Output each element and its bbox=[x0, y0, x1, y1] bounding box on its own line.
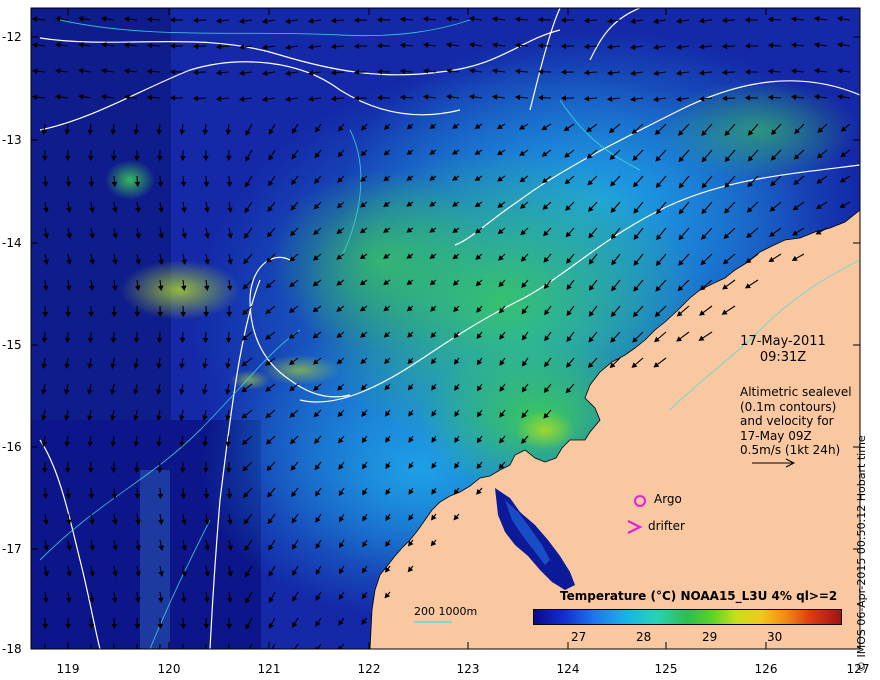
colorbar-tick: 28 bbox=[636, 630, 652, 644]
velocity-arrow-head bbox=[112, 650, 116, 654]
y-tick-label: -18 bbox=[2, 642, 22, 656]
date-time-block: 17-May-2011 09:31Z bbox=[730, 334, 836, 366]
colorbar-tick: 29 bbox=[702, 630, 718, 644]
y-tick-label: -15 bbox=[2, 338, 22, 352]
x-tick-label: 122 bbox=[357, 662, 381, 676]
velocity-arrow-head bbox=[181, 650, 185, 654]
x-tick-label: 119 bbox=[56, 662, 80, 676]
plot-area bbox=[31, 8, 860, 655]
altimetry-line: (0.1m contours) bbox=[740, 399, 837, 414]
altimetry-description: Altimetric sealevel (0.1m contours) and … bbox=[740, 385, 852, 458]
altimetry-line: 0.5m/s (1kt 24h) bbox=[740, 443, 841, 457]
altimetry-line: Altimetric sealevel bbox=[740, 385, 852, 399]
temperature-colorbar bbox=[533, 609, 842, 625]
colorbar-tick: 27 bbox=[571, 630, 587, 644]
velocity-arrow-head bbox=[227, 650, 231, 654]
velocity-arrow-head bbox=[246, 651, 249, 655]
x-tick-label: 120 bbox=[157, 662, 181, 676]
y-tick-label: -16 bbox=[2, 440, 22, 454]
map-date: 17-May-2011 bbox=[740, 334, 826, 349]
altimetry-line: 17-May 09Z bbox=[740, 428, 812, 443]
velocity-arrow-head bbox=[158, 650, 162, 654]
x-tick-label: 126 bbox=[754, 662, 778, 676]
colorbar-title: Temperature (°C) NOAA15_L3U 4% ql>=2 bbox=[560, 589, 838, 603]
velocity-arrow-head bbox=[268, 648, 270, 649]
x-tick-label: 121 bbox=[257, 662, 281, 676]
y-tick-label: -12 bbox=[2, 30, 22, 44]
depth-legend-label: 200 1000m bbox=[414, 605, 478, 618]
drifter-label: drifter bbox=[648, 519, 685, 533]
velocity-arrow-head bbox=[89, 650, 93, 654]
map-time: 09:31Z bbox=[759, 350, 807, 365]
credit-text: © IMOS 06-Apr-2015 00:50:12 Hobart time bbox=[855, 435, 868, 672]
altimetry-line: and velocity for bbox=[740, 414, 834, 428]
y-tick-label: -14 bbox=[2, 236, 22, 250]
argo-label: Argo bbox=[654, 492, 682, 506]
y-tick-label: -13 bbox=[2, 133, 22, 147]
velocity-arrow-head bbox=[66, 650, 70, 654]
velocity-arrow-head bbox=[135, 650, 139, 654]
x-tick-label: 125 bbox=[654, 662, 678, 676]
velocity-arrow-head bbox=[43, 650, 47, 654]
y-tick-label: -17 bbox=[2, 542, 22, 556]
velocity-arrow-head bbox=[204, 650, 208, 654]
colorbar-tick: 30 bbox=[767, 630, 783, 644]
x-tick-label: 123 bbox=[456, 662, 480, 676]
x-tick-label: 124 bbox=[556, 662, 580, 676]
